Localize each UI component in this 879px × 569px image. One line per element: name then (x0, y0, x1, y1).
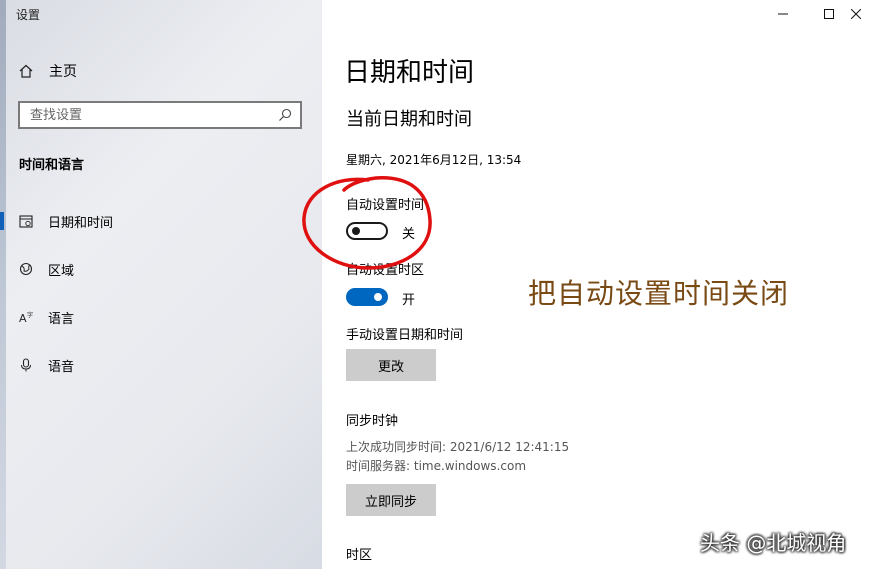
auto-timezone-state: 开 (402, 293, 416, 308)
sidebar-item-home[interactable]: 主页 (18, 60, 77, 82)
app-title: 设置 (16, 8, 41, 22)
microphone-icon (21, 358, 31, 372)
svg-text:字: 字 (27, 311, 33, 319)
annotation-text: 把自动设置时间关闭 (528, 277, 790, 310)
search-box[interactable] (18, 101, 302, 129)
home-icon (19, 64, 33, 78)
sidebar-item-region[interactable]: 区域 (0, 254, 322, 284)
svg-text:A: A (19, 312, 27, 324)
auto-time-label: 自动设置时间 (346, 198, 425, 213)
auto-time-toggle[interactable] (346, 222, 388, 240)
language-icon: A 字 (19, 311, 33, 324)
search-input[interactable] (20, 106, 278, 124)
change-button[interactable]: 更改 (346, 349, 436, 381)
globe-icon (19, 262, 33, 276)
sidebar-item-speech[interactable]: 语音 (0, 350, 322, 380)
sidebar-section-title: 时间和语言 (19, 158, 85, 173)
toggle-knob (352, 227, 360, 235)
sync-now-button[interactable]: 立即同步 (346, 484, 436, 516)
timezone-heading: 时区 (346, 548, 373, 563)
manual-datetime-label: 手动设置日期和时间 (346, 328, 464, 343)
last-sync-text: 上次成功同步时间: 2021/6/12 12:41:15 (346, 440, 570, 454)
auto-timezone-toggle[interactable] (346, 288, 388, 306)
current-datetime-heading: 当前日期和时间 (346, 109, 472, 130)
auto-time-state: 关 (402, 227, 416, 242)
current-datetime-value: 星期六, 2021年6月12日, 13:54 (346, 153, 522, 167)
sidebar-item-label: 区域 (48, 263, 75, 279)
sidebar-item-label: 语言 (48, 311, 75, 327)
page-title: 日期和时间 (344, 58, 475, 88)
sidebar-item-language[interactable]: A 字 语言 (0, 302, 322, 332)
sync-clock-heading: 同步时钟 (346, 414, 399, 429)
sidebar-item-label: 主页 (49, 64, 77, 80)
time-server-text: 时间服务器: time.windows.com (346, 459, 527, 473)
sidebar-item-label: 日期和时间 (48, 215, 114, 231)
watermark: 头条 @北城视角 (700, 531, 847, 555)
sidebar: 设置 主页 时间和语言 日期和时间 区域 A 字 语 (0, 0, 322, 569)
calendar-clock-icon (19, 215, 33, 228)
sidebar-item-label: 语音 (48, 359, 75, 375)
search-icon[interactable] (278, 108, 292, 122)
sidebar-item-date-time[interactable]: 日期和时间 (0, 206, 322, 236)
auto-timezone-label: 自动设置时区 (346, 263, 425, 278)
toggle-knob (374, 293, 382, 301)
